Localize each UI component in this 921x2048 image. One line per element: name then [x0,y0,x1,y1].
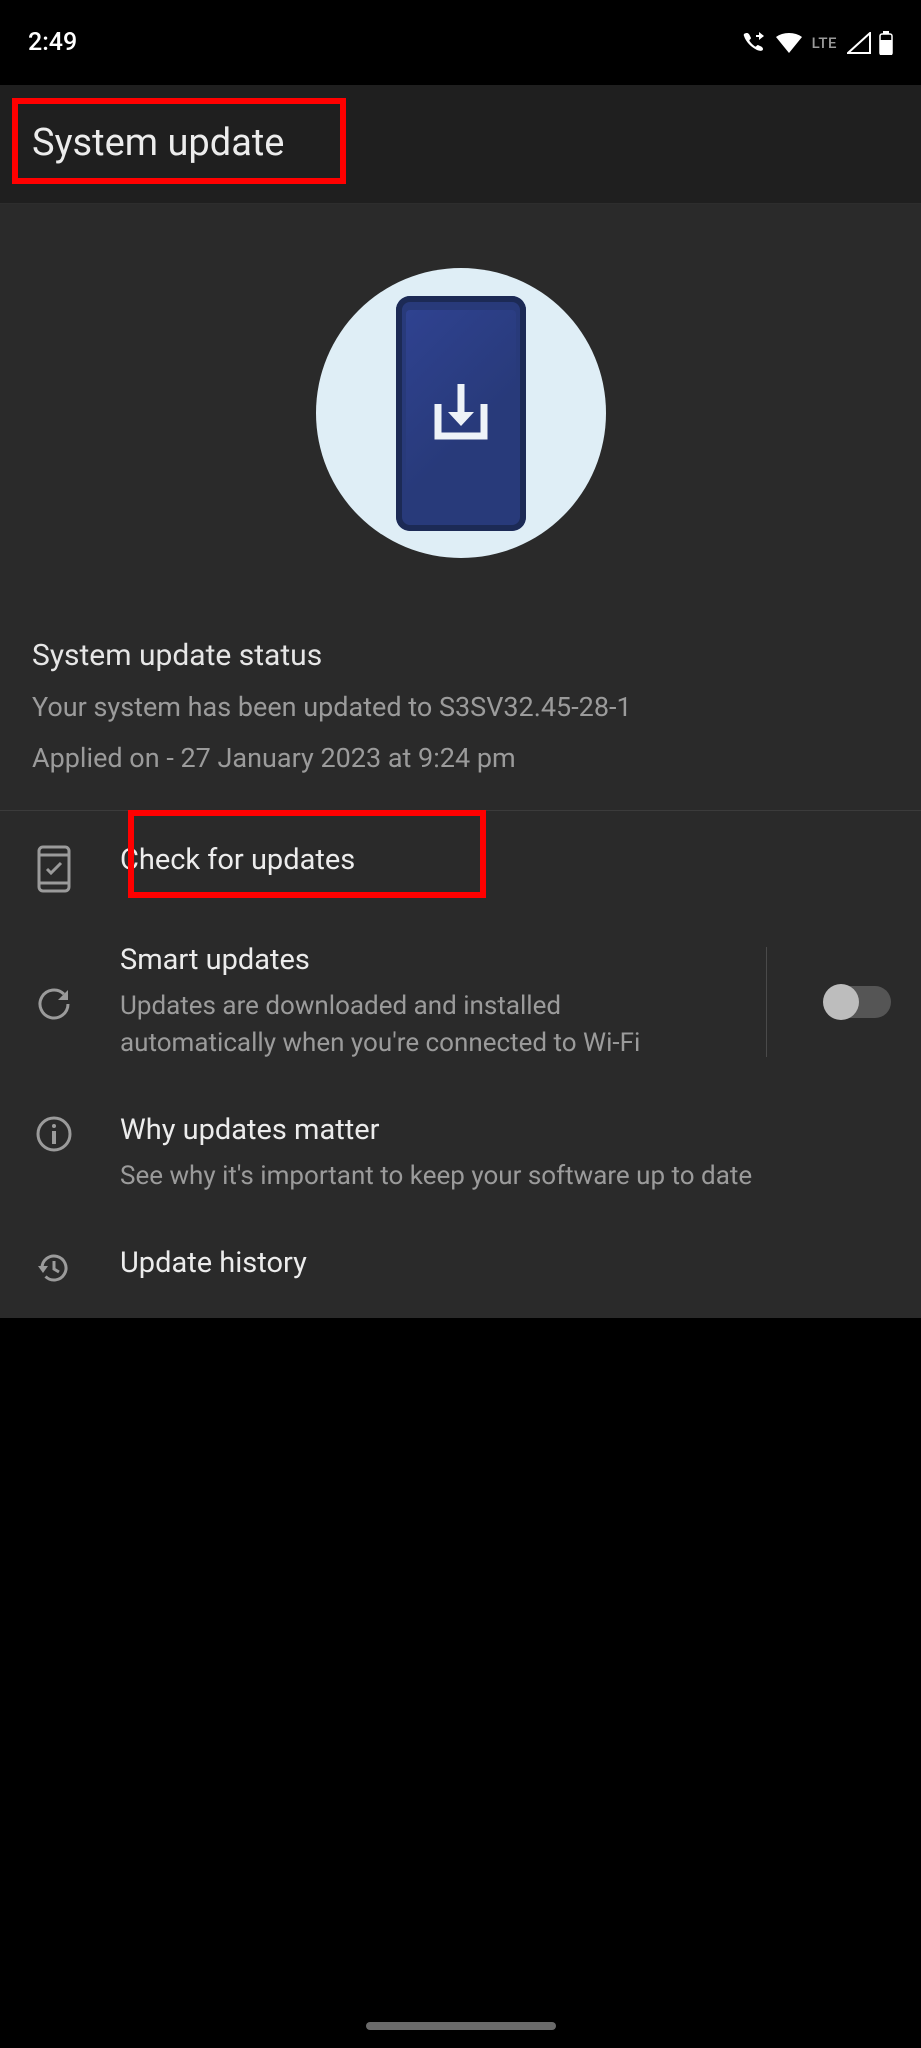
update-history-label: Update history [120,1244,891,1283]
smart-updates-row[interactable]: Smart updates Updates are downloaded and… [0,917,921,1088]
info-icon [30,1115,78,1153]
status-time: 2:49 [28,28,77,57]
refresh-icon [30,984,78,1024]
cell-signal-icon [847,32,871,54]
network-type-label: LTE [812,34,837,52]
status-heading: System update status [32,638,889,673]
history-icon [30,1248,78,1288]
check-for-updates-label: Check for updates [120,841,891,880]
status-applied-date: Applied on - 27 January 2023 at 9:24 pm [32,742,889,774]
update-status-section: System update status Your system has bee… [0,614,921,811]
why-updates-desc: See why it's important to keep your soft… [120,1158,891,1196]
phone-check-icon [30,845,78,893]
wifi-calling-icon [742,32,768,54]
smart-updates-desc: Updates are downloaded and installed aut… [120,988,720,1063]
download-icon [426,378,496,448]
smart-updates-toggle[interactable] [827,986,891,1018]
page-title: System update [32,121,889,165]
status-version: Your system has been updated to S3SV32.4… [32,687,889,728]
status-icons: LTE [742,31,893,55]
smart-updates-label: Smart updates [120,941,720,980]
why-updates-matter-row[interactable]: Why updates matter See why it's importan… [0,1087,921,1220]
status-bar: 2:49 LTE [0,0,921,85]
phone-graphic [396,296,526,531]
why-updates-label: Why updates matter [120,1111,891,1150]
content-area: System update status Your system has bee… [0,204,921,1318]
battery-icon [879,31,893,55]
wifi-icon [776,33,802,53]
app-header: System update [0,85,921,204]
settings-list: Check for updates Smart updates Updates … [0,811,921,1318]
hero-illustration [0,204,921,614]
row-divider [766,947,767,1058]
gesture-nav-bar[interactable] [0,2022,921,2030]
check-for-updates-row[interactable]: Check for updates [0,817,921,917]
update-history-row[interactable]: Update history [0,1220,921,1312]
hero-circle [316,268,606,558]
